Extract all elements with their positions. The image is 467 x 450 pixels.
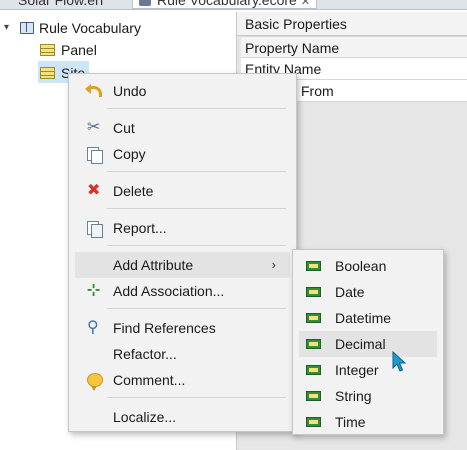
tab-solar-flow[interactable]: Solar Flow.erf <box>18 0 104 9</box>
attribute-icon <box>306 313 321 323</box>
attribute-icon <box>306 287 321 297</box>
ecore-file-icon <box>139 0 151 7</box>
menu-item-delete[interactable]: ✖ Delete <box>75 178 290 204</box>
vocabulary-book-icon <box>20 22 34 35</box>
scissors-icon: ✂ <box>87 119 101 136</box>
comment-icon <box>87 373 103 391</box>
submenu-item-datetime[interactable]: Datetime <box>299 305 437 331</box>
submenu-item-integer[interactable]: Integer <box>299 357 437 383</box>
menu-item-undo[interactable]: Undo <box>75 78 290 104</box>
attribute-icon <box>306 417 321 427</box>
menu-item-localize[interactable]: Localize... <box>75 404 290 430</box>
attribute-icon <box>306 261 321 271</box>
menu-item-cut[interactable]: ✂ Cut <box>75 115 290 141</box>
menu-separator <box>107 308 286 309</box>
close-tab-icon[interactable]: ✕ <box>301 0 310 8</box>
tree-item-panel[interactable]: Panel <box>40 38 97 60</box>
attribute-icon <box>306 339 321 349</box>
tree-item-rule-vocabulary[interactable]: ▾ Rule Vocabulary <box>4 16 141 38</box>
submenu-item-date[interactable]: Date <box>299 279 437 305</box>
mouse-cursor-icon <box>392 351 406 372</box>
context-menu: Undo ✂ Cut Copy ✖ Delete Report... Add Att… <box>68 73 297 432</box>
entity-table-icon <box>40 67 55 80</box>
submenu-item-time[interactable]: Time <box>299 409 437 435</box>
menu-item-add-attribute[interactable]: Add Attribute › <box>75 252 290 278</box>
menu-separator <box>107 208 286 209</box>
tree-item-label: Rule Vocabulary <box>39 20 141 37</box>
menu-separator <box>107 171 286 172</box>
menu-separator <box>107 245 286 246</box>
menu-separator <box>107 397 286 398</box>
menu-item-refactor[interactable]: Refactor... <box>75 341 290 367</box>
tree-item-label: Panel <box>61 42 97 59</box>
submenu-item-decimal[interactable]: Decimal <box>299 331 437 357</box>
submenu-item-boolean[interactable]: Boolean <box>299 253 437 279</box>
submenu-item-string[interactable]: String <box>299 383 437 409</box>
attribute-icon <box>306 391 321 401</box>
add-association-icon: ⊹ <box>87 282 101 299</box>
menu-item-copy[interactable]: Copy <box>75 141 290 167</box>
menu-item-report[interactable]: Report... <box>75 215 290 241</box>
add-attribute-submenu: Boolean Date Datetime Decimal Integer St… <box>292 249 444 435</box>
menu-item-find-references[interactable]: ⚲ Find References <box>75 315 290 341</box>
report-icon <box>87 221 103 238</box>
undo-icon <box>85 84 103 98</box>
menu-separator <box>107 108 286 109</box>
column-header-property-name[interactable]: Property Name <box>241 36 467 58</box>
delete-x-icon: ✖ <box>87 182 101 199</box>
editor-tab-strip: Solar Flow.erf Rule Vocabulary.ecore ✕ <box>0 0 467 10</box>
copy-icon <box>87 147 103 164</box>
submenu-arrow-icon: › <box>271 257 276 272</box>
entity-table-icon <box>40 44 55 57</box>
menu-item-comment[interactable]: Comment... <box>75 367 290 393</box>
tab-rule-vocabulary[interactable]: Rule Vocabulary.ecore ✕ <box>132 0 318 9</box>
attribute-icon <box>306 365 321 375</box>
collapse-twisty-icon[interactable]: ▾ <box>4 17 18 39</box>
properties-header: Basic Properties <box>237 12 467 36</box>
magnifier-icon: ⚲ <box>87 319 99 336</box>
menu-item-add-association[interactable]: ⊹ Add Association... <box>75 278 290 304</box>
